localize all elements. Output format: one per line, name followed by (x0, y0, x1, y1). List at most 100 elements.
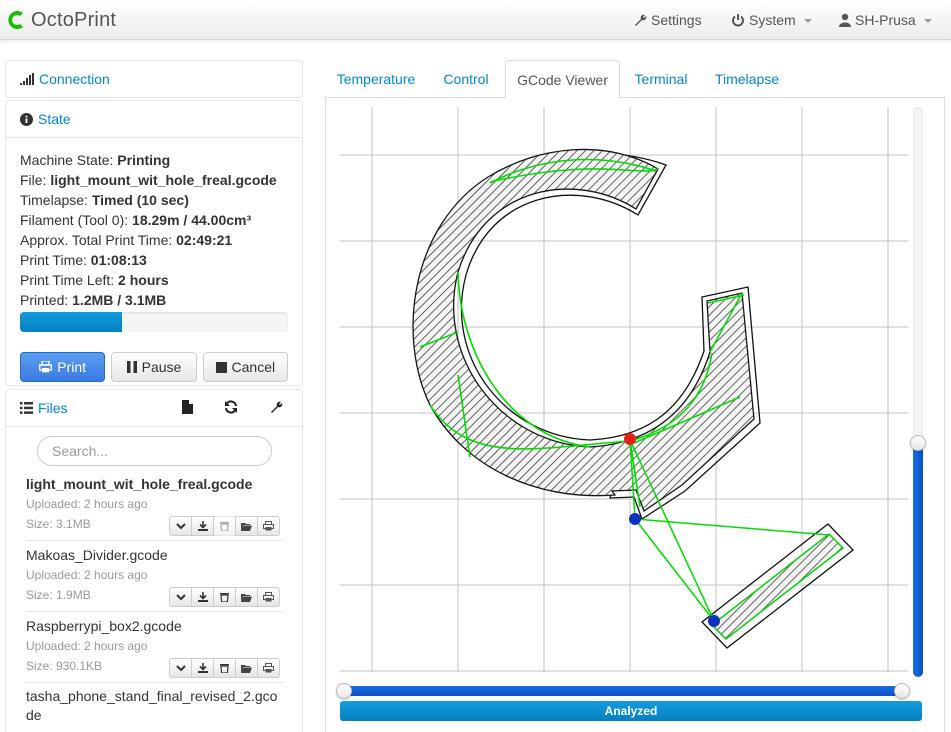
tab-terminal[interactable]: Terminal (620, 60, 702, 98)
file-item[interactable]: tasha_phone_stand_final_revised_2.gcode (26, 683, 282, 729)
state-print-time: Print Time: 01:08:13 (20, 252, 147, 268)
file-item[interactable]: light_mount_wit_hole_freal.gcode Uploade… (26, 470, 284, 541)
gcode-canvas[interactable] (340, 107, 910, 677)
download-icon (197, 521, 208, 531)
cancel-button-label: Cancel (231, 359, 276, 375)
pause-icon (126, 361, 137, 373)
printer-icon (263, 521, 274, 531)
file-actions (169, 658, 280, 678)
file-print-button[interactable] (257, 658, 280, 678)
file-actions (169, 587, 280, 607)
gcode-part-bar (701, 523, 854, 649)
power-icon (732, 14, 744, 27)
pause-button-label: Pause (141, 359, 182, 375)
printer-icon (39, 361, 53, 373)
file-select-button[interactable] (235, 587, 258, 607)
chevron-down-icon (175, 664, 186, 671)
stop-icon (215, 361, 227, 373)
command-slider-end-handle[interactable] (894, 683, 910, 699)
file-name[interactable]: light_mount_wit_hole_freal.gcode (26, 474, 284, 494)
connection-panel: Connection (5, 60, 303, 98)
print-progress (20, 312, 288, 332)
wrench-icon[interactable] (269, 400, 283, 414)
tab-gcode-viewer[interactable]: GCode Viewer (505, 60, 620, 99)
state-file: File: light_mount_wit_hole_freal.gcode (20, 172, 277, 188)
system-menu[interactable]: System (731, 0, 812, 40)
connection-title: Connection (39, 71, 110, 87)
connection-header[interactable]: Connection (6, 61, 302, 97)
file-item[interactable]: Raspberrypi_box2.gcode Uploaded: 2 hours… (26, 612, 284, 683)
toolhead-position-marker (624, 433, 636, 445)
file-name[interactable]: Makoas_Divider.gcode (26, 545, 284, 565)
folder-open-icon (241, 522, 252, 531)
user-menu[interactable]: SH-Prusa (839, 0, 932, 40)
brand[interactable]: OctoPrint (5, 6, 116, 34)
printer-icon (263, 663, 274, 673)
signal-icon (20, 73, 34, 85)
file-download-button[interactable] (191, 516, 214, 536)
print-button-label: Print (57, 359, 87, 375)
state-filament: Filament (Tool 0): 18.29m / 44.00cm³ (20, 212, 252, 228)
state-machine-state: Machine State: Printing (20, 152, 171, 168)
files-tools (182, 400, 288, 414)
file-download-button[interactable] (191, 658, 214, 678)
file-name[interactable]: tasha_phone_stand_final_revised_2.gcode (26, 687, 282, 725)
file-load-button[interactable] (169, 516, 192, 536)
trash-icon (220, 522, 229, 531)
gcode-part-c-shape (412, 148, 761, 520)
file-load-button[interactable] (169, 658, 192, 678)
folder-open-icon (241, 664, 252, 673)
cancel-button[interactable]: Cancel (202, 352, 288, 382)
command-slider[interactable] (336, 683, 910, 699)
state-total-print-time: Approx. Total Print Time: 02:49:21 (20, 232, 233, 248)
analyzed-label: Analyzed (604, 704, 658, 718)
settings-menu[interactable]: Settings (633, 0, 702, 40)
state-body: Machine State: Printing File: light_moun… (6, 138, 302, 382)
user-icon (839, 13, 851, 27)
file-load-button[interactable] (169, 587, 192, 607)
file-print-button[interactable] (257, 516, 280, 536)
folder-open-icon (241, 593, 252, 602)
tab-timelapse[interactable]: Timelapse (702, 60, 792, 98)
download-icon (197, 592, 208, 602)
file-delete-button[interactable] (213, 587, 236, 607)
wrench-icon (635, 14, 647, 26)
pause-button[interactable]: Pause (111, 352, 197, 382)
command-slider-start-handle[interactable] (336, 683, 352, 699)
file-uploaded: Uploaded: 2 hours ago (26, 497, 148, 511)
file-search-placeholder: Search... (52, 443, 109, 459)
new-file-icon[interactable] (182, 400, 193, 414)
chevron-down-icon (175, 593, 186, 600)
file-delete-button[interactable] (213, 658, 236, 678)
settings-label: Settings (651, 12, 702, 28)
file-select-button[interactable] (235, 516, 258, 536)
files-header[interactable]: Files (6, 390, 302, 427)
file-search-input[interactable]: Search... (37, 436, 272, 466)
brand-name: OctoPrint (31, 8, 117, 31)
layer-slider[interactable] (910, 107, 926, 677)
trash-icon (220, 593, 229, 602)
file-select-button[interactable] (235, 658, 258, 678)
command-slider-track[interactable] (340, 686, 906, 696)
file-item[interactable]: Makoas_Divider.gcode Uploaded: 2 hours a… (26, 541, 284, 612)
file-name[interactable]: Raspberrypi_box2.gcode (26, 616, 284, 636)
file-print-button[interactable] (257, 587, 280, 607)
download-icon (197, 663, 208, 673)
file-download-button[interactable] (191, 587, 214, 607)
tab-temperature[interactable]: Temperature (325, 60, 427, 98)
print-button[interactable]: Print (20, 352, 106, 382)
state-printed: Printed: 1.2MB / 3.1MB (20, 292, 167, 308)
files-title: Files (38, 400, 68, 416)
analyzed-progress-bar: Analyzed (340, 701, 922, 721)
layer-start-marker (629, 513, 641, 525)
files-panel: Files Search... light_mount_wit_hole_fre… (5, 389, 303, 732)
chevron-down-icon (923, 19, 932, 23)
info-icon (20, 112, 33, 126)
refresh-icon[interactable] (224, 400, 238, 414)
file-delete-button[interactable] (213, 516, 236, 536)
main-tabs: Temperature Control GCode Viewer Termina… (325, 60, 945, 99)
tab-control[interactable]: Control (427, 60, 505, 98)
state-header[interactable]: State (6, 101, 302, 138)
user-label: SH-Prusa (855, 12, 916, 28)
file-uploaded: Uploaded: 2 hours ago (26, 639, 148, 653)
